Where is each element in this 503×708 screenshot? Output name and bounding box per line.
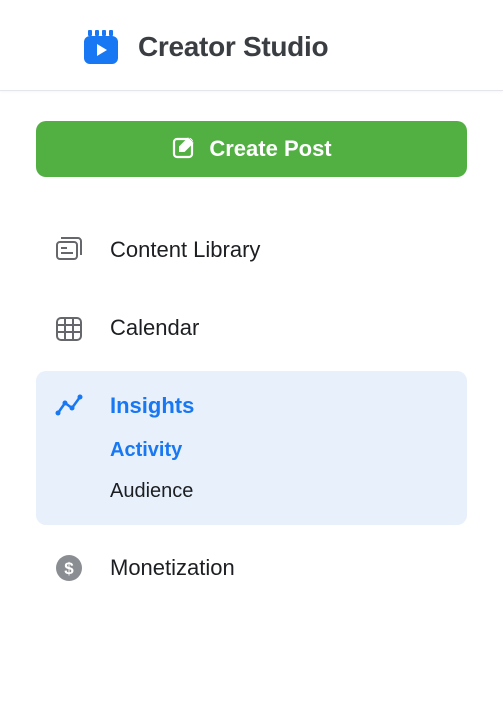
sidebar: Create Post Content Library: [0, 91, 503, 603]
monetization-icon: $: [54, 553, 84, 583]
nav-item-insights[interactable]: Insights: [36, 371, 467, 433]
nav-label: Monetization: [110, 555, 235, 581]
nav-label: Insights: [110, 393, 194, 419]
nav-item-calendar[interactable]: Calendar: [36, 293, 467, 363]
create-post-button[interactable]: Create Post: [36, 121, 467, 177]
insights-sub-items: Activity Audience: [36, 439, 467, 503]
nav-item-content-library[interactable]: Content Library: [36, 215, 467, 285]
nav-list: Content Library Calendar: [36, 215, 467, 603]
create-post-label: Create Post: [209, 136, 331, 162]
sub-item-audience[interactable]: Audience: [110, 480, 467, 503]
nav-item-insights-section: Insights Activity Audience: [36, 371, 467, 525]
nav-item-monetization[interactable]: $ Monetization: [36, 533, 467, 603]
sub-item-activity[interactable]: Activity: [110, 439, 467, 462]
nav-label: Calendar: [110, 315, 199, 341]
creator-studio-icon: [82, 28, 120, 66]
insights-icon: [54, 391, 84, 421]
edit-icon: [171, 136, 195, 163]
nav-label: Content Library: [110, 237, 260, 263]
spacer: [36, 285, 467, 293]
svg-text:$: $: [64, 559, 74, 578]
content-library-icon: [54, 235, 84, 265]
calendar-icon: [54, 313, 84, 343]
app-title: Creator Studio: [138, 31, 328, 63]
app-header: Creator Studio: [0, 0, 503, 91]
